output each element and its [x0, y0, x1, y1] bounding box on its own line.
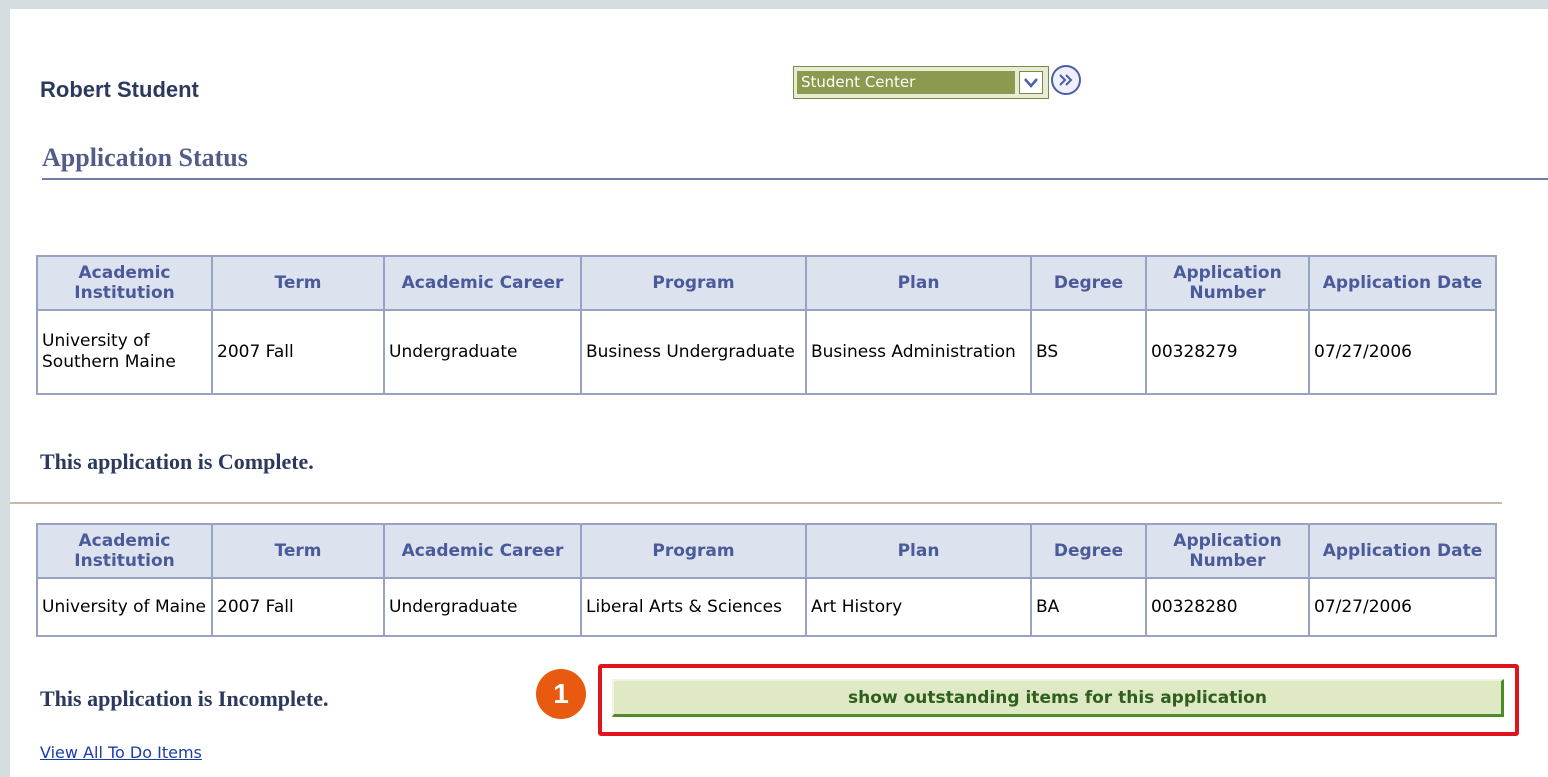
callout-badge: 1 — [536, 669, 586, 719]
cell-app-date: 07/27/2006 — [1308, 577, 1497, 637]
col-header-degree: Degree — [1030, 523, 1147, 579]
cell-app-date: 07/27/2006 — [1308, 309, 1497, 395]
col-header-app-number: Application Number — [1145, 523, 1310, 579]
cell-career: Undergraduate — [383, 309, 582, 395]
cell-term: 2007 Fall — [211, 577, 385, 637]
view-all-todo-link[interactable]: View All To Do Items — [40, 743, 202, 762]
cell-app-number: 00328280 — [1145, 577, 1310, 637]
table-row: University of Southern Maine 2007 Fall U… — [36, 309, 1497, 395]
application-table-2: Academic Institution Term Academic Caree… — [36, 523, 1497, 637]
cell-plan: Art History — [805, 577, 1032, 637]
col-header-term: Term — [211, 255, 385, 311]
table-row: University of Maine 2007 Fall Undergradu… — [36, 577, 1497, 637]
section-divider — [10, 502, 1502, 504]
student-name: Robert Student — [40, 77, 199, 102]
cell-institution: University of Southern Maine — [36, 309, 213, 395]
application-status-1: This application is Complete. — [40, 449, 314, 474]
col-header-app-date: Application Date — [1308, 523, 1497, 579]
go-button[interactable] — [1051, 65, 1081, 95]
col-header-degree: Degree — [1030, 255, 1147, 311]
show-outstanding-items-button[interactable]: show outstanding items for this applicat… — [612, 679, 1504, 717]
application-table-1: Academic Institution Term Academic Caree… — [36, 255, 1497, 395]
cell-app-number: 00328279 — [1145, 309, 1310, 395]
col-header-plan: Plan — [805, 523, 1032, 579]
navigation-select-value: Student Center — [797, 71, 1015, 94]
col-header-career: Academic Career — [383, 255, 582, 311]
double-chevron-right-icon — [1059, 74, 1073, 86]
col-header-institution: Academic Institution — [36, 255, 213, 311]
col-header-term: Term — [211, 523, 385, 579]
col-header-program: Program — [580, 523, 807, 579]
col-header-program: Program — [580, 255, 807, 311]
col-header-institution: Academic Institution — [36, 523, 213, 579]
cell-career: Undergraduate — [383, 577, 582, 637]
col-header-app-date: Application Date — [1308, 255, 1497, 311]
col-header-app-number: Application Number — [1145, 255, 1310, 311]
cell-program: Liberal Arts & Sciences — [580, 577, 807, 637]
page-title: Application Status — [42, 143, 248, 172]
title-divider — [42, 178, 1548, 180]
col-header-plan: Plan — [805, 255, 1032, 311]
cell-term: 2007 Fall — [211, 309, 385, 395]
cell-plan: Business Administration — [805, 309, 1032, 395]
cell-institution: University of Maine — [36, 577, 213, 637]
cell-program: Business Undergraduate — [580, 309, 807, 395]
col-header-career: Academic Career — [383, 523, 582, 579]
application-status-2: This application is Incomplete. — [40, 686, 329, 711]
navigation-select[interactable]: Student Center — [793, 66, 1049, 99]
chevron-down-icon[interactable] — [1019, 71, 1043, 94]
table-header-row: Academic Institution Term Academic Caree… — [36, 255, 1497, 311]
page-container: Robert Student Student Center Applicatio… — [10, 9, 1548, 777]
cell-degree: BS — [1030, 309, 1147, 395]
table-header-row: Academic Institution Term Academic Caree… — [36, 523, 1497, 579]
cell-degree: BA — [1030, 577, 1147, 637]
